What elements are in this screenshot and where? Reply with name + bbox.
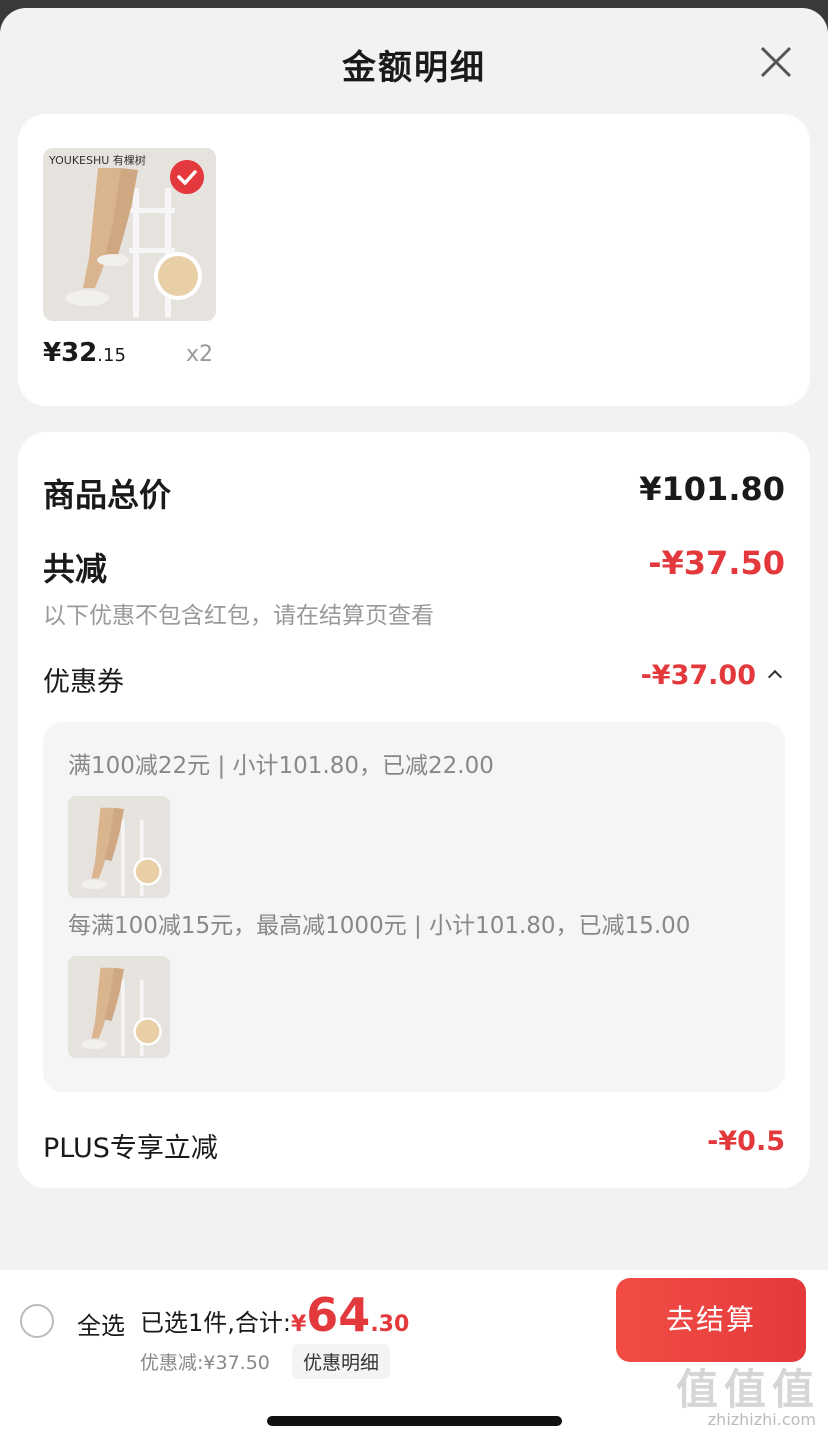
coupon-value: -¥37.00 bbox=[640, 660, 756, 691]
brand-label: YOUKESHU 有棵树 bbox=[49, 154, 146, 167]
plus-discount-value: -¥0.5 bbox=[707, 1126, 785, 1157]
discount-note: 以下优惠不包含红包，请在结算页查看 bbox=[43, 603, 434, 629]
price-decimal: .15 bbox=[97, 345, 126, 366]
checkout-button[interactable]: 去结算 bbox=[616, 1278, 806, 1362]
discount-detail-button[interactable]: 优惠明细 bbox=[292, 1344, 391, 1379]
total-price-value: ¥101.80 bbox=[639, 470, 785, 508]
coupon-rule-2: 每满100减15元，最高减1000元 | 小计101.80，已减15.00 bbox=[68, 913, 691, 939]
total-price-label: 商品总价 bbox=[43, 476, 172, 514]
sheet-header: 金额明细 bbox=[0, 8, 828, 112]
coupon-label: 优惠券 bbox=[43, 667, 124, 698]
chevron-up-icon bbox=[767, 669, 783, 685]
amount-detail-sheet: 金额明细 YOUKESHU 有棵树 ¥32.15 x2 商品总价 ¥101.80… bbox=[0, 8, 828, 1442]
product-image[interactable]: YOUKESHU 有棵树 bbox=[43, 148, 216, 321]
coupon-toggle[interactable]: -¥37.00 bbox=[640, 660, 783, 691]
close-icon[interactable] bbox=[756, 42, 796, 82]
page-title: 金额明细 bbox=[342, 48, 486, 88]
plus-discount-label: PLUS专享立减 bbox=[43, 1133, 218, 1164]
total-integer: 64 bbox=[306, 1288, 371, 1342]
order-summary: 已选1件,合计:¥64.30 bbox=[140, 1288, 409, 1342]
total-reduce-value: -¥37.50 bbox=[648, 544, 785, 582]
check-icon bbox=[170, 160, 204, 194]
price-breakdown-card: 商品总价 ¥101.80 共减 -¥37.50 以下优惠不包含红包，请在结算页查… bbox=[18, 432, 810, 1188]
coupon-product-image-1[interactable] bbox=[68, 796, 170, 898]
tights-illustration bbox=[68, 956, 170, 1058]
home-indicator bbox=[267, 1416, 562, 1426]
coupon-rule-1: 满100减22元 | 小计101.80，已减22.00 bbox=[68, 753, 494, 779]
watermark-url: zhizhizhi.com bbox=[707, 1410, 816, 1429]
coupon-product-image-2[interactable] bbox=[68, 956, 170, 1058]
coupon-detail-box: 满100减22元 | 小计101.80，已减22.00 每满100减15元，最高… bbox=[43, 722, 785, 1092]
watermark-logo: 值值值 bbox=[675, 1365, 820, 1414]
total-decimal: .30 bbox=[370, 1312, 410, 1337]
product-price: ¥32.15 bbox=[43, 338, 126, 368]
tights-illustration bbox=[68, 796, 170, 898]
product-quantity: x2 bbox=[186, 342, 214, 367]
select-all-radio-icon[interactable] bbox=[20, 1304, 54, 1338]
product-card: YOUKESHU 有棵树 ¥32.15 x2 bbox=[18, 114, 810, 406]
total-currency: ¥ bbox=[290, 1312, 307, 1337]
select-all-label[interactable]: 全选 bbox=[77, 1306, 125, 1341]
price-integer: ¥32 bbox=[43, 338, 98, 368]
total-reduce-label: 共减 bbox=[43, 550, 108, 588]
selected-count-text: 已选1件,合计: bbox=[140, 1309, 291, 1337]
discount-summary: 优惠减:¥37.50 bbox=[140, 1352, 270, 1374]
